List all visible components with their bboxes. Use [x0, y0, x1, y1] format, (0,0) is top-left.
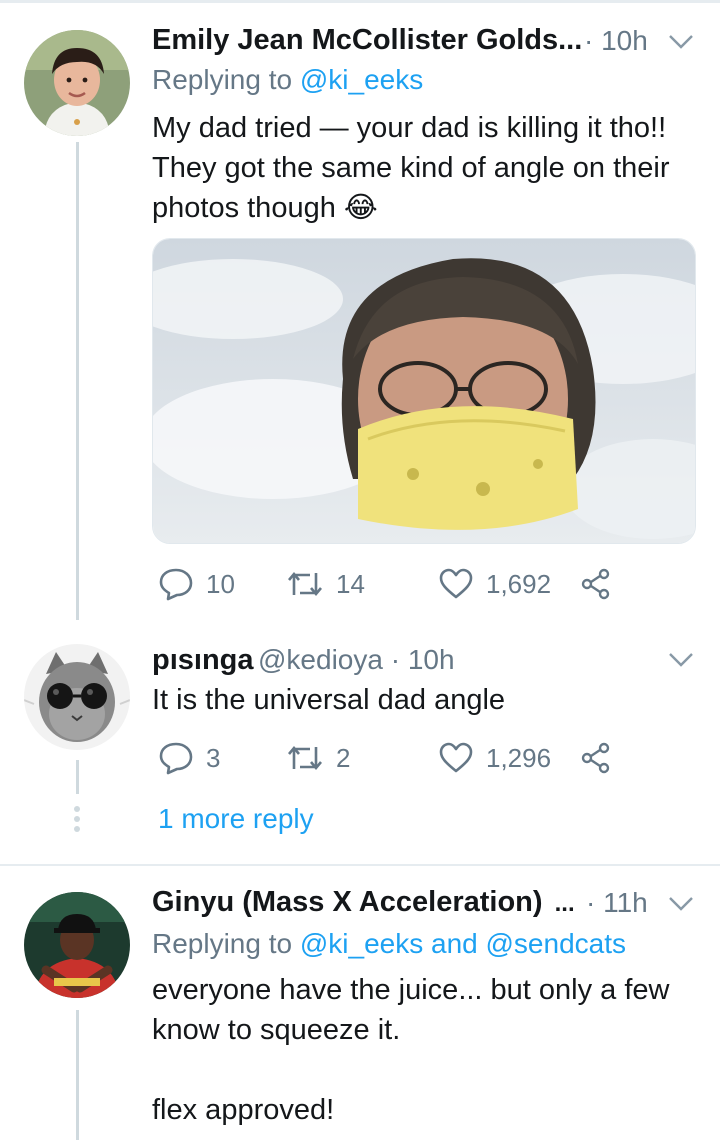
like-button[interactable]: 1,692 — [438, 564, 551, 604]
chevron-down-icon[interactable] — [668, 896, 694, 912]
replying-to: Replying to @ki_eeks — [152, 64, 423, 96]
handle-and-time[interactable]: @kedioya · 10h — [258, 644, 455, 676]
thread-line — [76, 1010, 79, 1140]
heart-icon — [439, 742, 473, 773]
tweet-text: everyone have the juice... but only a fe… — [152, 974, 670, 1126]
reply-button[interactable]: 10 — [158, 564, 235, 604]
laughing-emoji: 😂 — [343, 192, 378, 224]
share-icon — [581, 742, 610, 774]
thread-line — [76, 142, 79, 620]
reply-count: 10 — [206, 568, 235, 599]
reply-handle-link[interactable]: @ki_eeks and @sendcats — [300, 928, 626, 959]
retweet-count: 2 — [336, 742, 351, 773]
chevron-down-icon[interactable] — [668, 652, 694, 668]
chevron-down-icon[interactable] — [668, 34, 694, 50]
tweet-text-content: My dad tried — your dad is killing it th… — [152, 112, 670, 224]
retweet-button[interactable]: 14 — [286, 564, 365, 604]
display-name[interactable]: pısınga — [152, 644, 254, 677]
more-replies-link[interactable]: 1 more reply — [158, 803, 314, 835]
reply-button[interactable]: 3 — [158, 738, 220, 778]
name-ellipsis: ... — [554, 890, 575, 917]
tweet-text: It is the universal dad angle — [152, 684, 506, 716]
thread-line — [76, 760, 79, 794]
like-button[interactable]: 1,296 — [438, 738, 551, 778]
replying-to-label: Replying to — [152, 928, 293, 959]
retweet-button[interactable]: 2 — [286, 738, 350, 778]
share-button[interactable] — [580, 564, 612, 604]
section-divider — [0, 864, 720, 866]
reply-icon — [159, 742, 193, 775]
like-count: 1,296 — [486, 742, 552, 773]
reply-handle-link[interactable]: @ki_eeks — [300, 64, 423, 95]
thread-dots-icon — [73, 806, 81, 836]
tweet-text: My dad tried — your dad is killing it th… — [152, 108, 712, 228]
tweet-actions: 3 2 1,296 — [152, 738, 622, 778]
avatar[interactable] — [24, 892, 130, 998]
retweet-count: 14 — [336, 568, 365, 599]
tweet-time[interactable]: · 10h — [584, 25, 648, 57]
share-icon — [581, 568, 610, 600]
top-divider — [0, 0, 720, 3]
share-button[interactable] — [580, 738, 612, 778]
reply-count: 3 — [206, 742, 221, 773]
retweet-icon — [288, 745, 322, 771]
avatar[interactable] — [24, 644, 130, 750]
display-name[interactable]: Ginyu (Mass X Acceleration) ... — [152, 886, 575, 919]
display-name[interactable]: Emily Jean McCollister Golds... — [152, 24, 582, 57]
display-name-text: Ginyu (Mass X Acceleration) — [152, 886, 543, 918]
tweet-actions: 10 14 1,692 — [152, 564, 622, 604]
replying-to: Replying to @ki_eeks and @sendcats — [152, 928, 626, 960]
like-count: 1,692 — [486, 568, 552, 599]
heart-icon — [439, 568, 473, 599]
tweet-time[interactable]: · 11h — [586, 887, 648, 919]
replying-to-label: Replying to — [152, 64, 293, 95]
tweet-photo[interactable] — [152, 238, 696, 544]
retweet-icon — [288, 571, 322, 597]
reply-icon — [159, 568, 193, 601]
avatar[interactable] — [24, 30, 130, 136]
